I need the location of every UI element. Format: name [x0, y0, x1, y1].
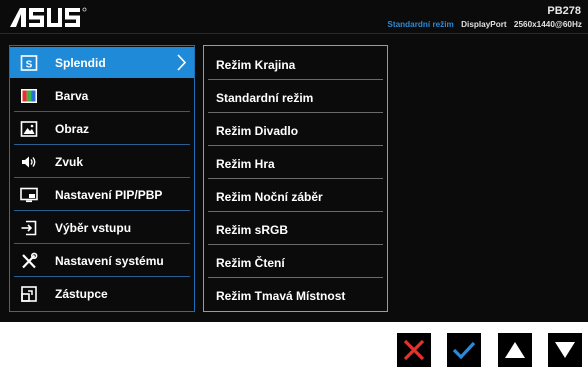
menu-item-label: Obraz: [55, 122, 90, 136]
submenu-item-label: Režim sRGB: [216, 223, 289, 237]
submenu-divider: [208, 178, 383, 179]
input-port: DisplayPort: [461, 20, 507, 29]
submenu-item-label: Standardní režim: [216, 91, 314, 105]
checkmark-icon: [452, 341, 476, 360]
resolution: 2560x1440@60Hz: [513, 20, 582, 29]
submenu-item[interactable]: Režim Hra: [204, 147, 387, 178]
asus-logo: [10, 7, 87, 27]
submenu-item[interactable]: Režim sRGB: [204, 213, 387, 244]
main-menu: S Splendid Barva Obraz Zvuk Nastavení PI…: [9, 45, 195, 312]
submenu-item[interactable]: Standardní režim: [204, 81, 387, 112]
menu-item-shortcut[interactable]: Zástupce: [10, 278, 194, 309]
shortcut-icon: [21, 286, 37, 302]
picture-icon: [20, 121, 38, 137]
chevron-right-icon: [177, 54, 186, 71]
submenu-divider: [208, 112, 383, 113]
close-icon: [403, 339, 425, 361]
speaker-icon: [22, 156, 36, 168]
status-line: Standardní režim DisplayPort 2560x1440@6…: [387, 20, 582, 29]
svg-text:S: S: [26, 59, 33, 70]
submenu-divider: [208, 79, 383, 80]
submenu-item-label: Režim Čtení: [216, 256, 285, 270]
menu-item-color[interactable]: Barva: [10, 80, 194, 111]
model-name: PB278: [547, 5, 581, 17]
menu-divider: [14, 144, 190, 145]
menu-item-picture[interactable]: Obraz: [10, 113, 194, 144]
submenu-divider: [208, 277, 383, 278]
triangle-up-icon: [505, 342, 525, 358]
color-bars-icon: [21, 89, 37, 103]
submenu-item[interactable]: Režim Divadlo: [204, 114, 387, 145]
menu-divider: [14, 243, 190, 244]
menu-divider: [14, 276, 190, 277]
menu-item-sound[interactable]: Zvuk: [10, 146, 194, 177]
menu-item-label: Výběr vstupu: [55, 221, 132, 235]
menu-item-pip-pbp[interactable]: Nastavení PIP/PBP: [10, 179, 194, 210]
menu-item-input-select[interactable]: Výběr vstupu: [10, 212, 194, 243]
down-button[interactable]: [548, 333, 582, 367]
submenu-item-label: Režim Divadlo: [216, 124, 299, 138]
pip-icon: [20, 187, 38, 203]
menu-item-splendid[interactable]: S Splendid: [10, 47, 194, 78]
menu-item-label: Barva: [55, 89, 89, 103]
splendid-submenu: Režim Krajina Standardní režim Režim Div…: [203, 45, 388, 312]
submenu-divider: [208, 244, 383, 245]
menu-divider: [14, 111, 190, 112]
submenu-divider: [208, 145, 383, 146]
menu-divider: [14, 210, 190, 211]
submenu-item[interactable]: Režim Čtení: [204, 246, 387, 277]
splendid-s-icon: S: [20, 55, 38, 71]
tools-icon: [22, 252, 38, 269]
close-button[interactable]: [397, 333, 431, 367]
submenu-item[interactable]: Režim Tmavá Místnost: [204, 279, 387, 310]
submenu-item-label: Režim Krajina: [216, 58, 296, 72]
menu-divider: [14, 177, 190, 178]
submenu-item[interactable]: Režim Krajina: [204, 48, 387, 79]
menu-item-label: Zvuk: [55, 155, 84, 169]
current-mode: Standardní režim: [387, 20, 454, 29]
submenu-item-label: Režim Hra: [216, 157, 275, 171]
osd-panel: PB278 Standardní režim DisplayPort 2560x…: [0, 0, 588, 322]
up-button[interactable]: [498, 333, 532, 367]
submenu-item-label: Režim Noční záběr: [216, 190, 323, 204]
submenu-item-label: Režim Tmavá Místnost: [216, 289, 346, 303]
submenu-item[interactable]: Režim Noční záběr: [204, 180, 387, 211]
triangle-down-icon: [555, 342, 575, 358]
menu-item-label: Zástupce: [55, 287, 108, 301]
menu-item-label: Nastavení PIP/PBP: [55, 188, 163, 202]
confirm-button[interactable]: [447, 333, 481, 367]
menu-item-label: Splendid: [55, 56, 106, 70]
osd-header: PB278 Standardní režim DisplayPort 2560x…: [0, 0, 588, 34]
menu-item-system-setup[interactable]: Nastavení systému: [10, 245, 194, 276]
menu-item-label: Nastavení systému: [55, 254, 164, 268]
submenu-divider: [208, 211, 383, 212]
input-select-icon: [21, 220, 37, 236]
